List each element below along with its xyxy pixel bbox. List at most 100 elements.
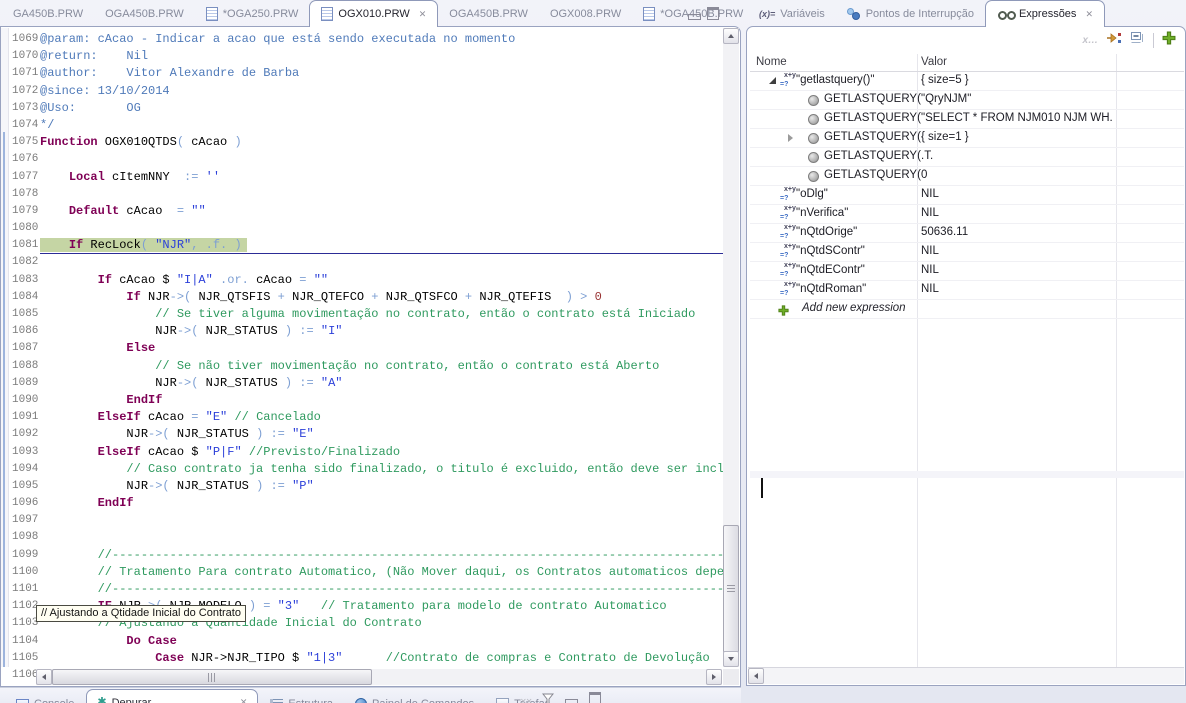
tab-label: OGX010.PRW: [338, 8, 409, 20]
bottom-tab-painel-de-comandos[interactable]: Painel de Comandos: [345, 693, 484, 703]
maximize-icon[interactable]: [589, 692, 601, 703]
code-line[interactable]: 1085 // Se tiver alguma movimentação no …: [9, 306, 723, 323]
code-editor[interactable]: 1069@param: cAcao - Indicar a acao que e…: [9, 28, 723, 677]
code-line[interactable]: 1097: [9, 512, 723, 529]
code-line[interactable]: 1090 EndIf: [9, 392, 723, 409]
line-number: 1072: [9, 83, 40, 100]
minimize-icon[interactable]: [688, 7, 701, 25]
editor-tab-ga450bprw[interactable]: GA450B.PRW: [2, 1, 94, 26]
annotation-ruler[interactable]: [1, 28, 9, 667]
code-line[interactable]: 1099 //---------------------------------…: [9, 547, 723, 564]
tab-vari-veis[interactable]: (x)=Variáveis: [748, 1, 836, 26]
code-line[interactable]: 1092 NJR->( NJR_STATUS ) := "E": [9, 426, 723, 443]
code-line[interactable]: 1076: [9, 151, 723, 168]
array-item-icon: [808, 114, 819, 125]
code-line[interactable]: 1096 EndIf: [9, 495, 723, 512]
code-line[interactable]: 1104 Do Case: [9, 633, 723, 650]
editor-tab-oga250prw[interactable]: *OGA250.PRW: [195, 1, 310, 26]
expression-name: "oDlg": [796, 188, 828, 200]
code-line[interactable]: 1083 If cAcao $ "I|A" .or. cAcao = "": [9, 272, 723, 289]
remove-all-icon[interactable]: ✕✕: [520, 697, 531, 703]
code-line[interactable]: 1087 Else: [9, 340, 723, 357]
code-line[interactable]: 1100 // Tratamento Para contrato Automat…: [9, 564, 723, 581]
code-line[interactable]: 1095 NJR->( NJR_STATUS ) := "P": [9, 478, 723, 495]
expand-arrow-icon[interactable]: [788, 134, 793, 142]
line-number: 1092: [9, 426, 40, 443]
table-header: Nome Valor: [750, 54, 1184, 72]
panel-horizontal-scrollbar[interactable]: [748, 667, 1184, 684]
line-number: 1091: [9, 409, 40, 426]
tab-pontos-de-interrup-o[interactable]: Pontos de Interrupção: [836, 1, 985, 26]
editor-tab-oga450bprw[interactable]: OGA450B.PRW: [438, 1, 539, 26]
editor-tab-ogx010prw[interactable]: OGX010.PRW ✕: [309, 0, 438, 27]
editor-pane: GA450B.PRWOGA450B.PRW*OGA250.PRWOGX010.P…: [0, 0, 741, 687]
column-header-nome[interactable]: Nome: [756, 56, 787, 68]
code-line[interactable]: 1080: [9, 220, 723, 237]
code-line[interactable]: 1069@param: cAcao - Indicar a acao que e…: [9, 31, 723, 48]
expression-row[interactable]: x+y=?"nVerifica"NIL: [750, 205, 1184, 224]
scroll-left-icon[interactable]: [748, 668, 764, 684]
minimize-icon[interactable]: [565, 692, 578, 703]
column-header-valor[interactable]: Valor: [921, 56, 947, 68]
code-line[interactable]: 1072@since: 13/10/2014: [9, 83, 723, 100]
add-expression-row[interactable]: Add new expression: [750, 300, 1184, 319]
code-line[interactable]: 1073@Uso: OG: [9, 100, 723, 117]
bottom-tab-depurar[interactable]: ✱Depurar✕: [86, 689, 258, 703]
code-line[interactable]: 1082: [9, 254, 723, 271]
scroll-right-icon[interactable]: [706, 669, 722, 685]
code-line[interactable]: 1098: [9, 529, 723, 546]
show-logical-structure-icon[interactable]: [1106, 31, 1122, 50]
expression-row[interactable]: x+y=?"nQtdRoman"NIL: [750, 281, 1184, 300]
code-line[interactable]: 1105 Case NJR->NJR_TIPO $ "1|3" //Contra…: [9, 650, 723, 667]
code-line[interactable]: 1088 // Se não tiver movimentação no con…: [9, 358, 723, 375]
expression-row[interactable]: x+y=?"nQtdSContr"NIL: [750, 243, 1184, 262]
expression-row[interactable]: GETLASTQUERY(0: [750, 167, 1184, 186]
code-line[interactable]: 1094 // Caso contrato ja tenha sido fina…: [9, 461, 723, 478]
code-line[interactable]: 1084 If NJR->( NJR_QTSFIS + NJR_QTEFCO +…: [9, 289, 723, 306]
close-icon[interactable]: ✕: [1085, 9, 1093, 20]
expression-row[interactable]: x+y=?"nQtdEContr"NIL: [750, 262, 1184, 281]
vertical-scroll-thumb[interactable]: [723, 525, 739, 653]
expression-row[interactable]: x+y=?"getlastquery()"{ size=5 }: [750, 72, 1184, 91]
code-line[interactable]: 1070@return: Nil: [9, 48, 723, 65]
expression-row[interactable]: x+y=?"oDlg"NIL: [750, 186, 1184, 205]
horizontal-scroll-thumb[interactable]: [52, 669, 372, 685]
code-line[interactable]: 1074*/: [9, 117, 723, 134]
add-expression-icon[interactable]: [1162, 31, 1176, 50]
expression-row[interactable]: x+y=?"nQtdOrige"50636.11: [750, 224, 1184, 243]
editor-tab-ogx008prw[interactable]: OGX008.PRW: [539, 1, 632, 26]
expression-row[interactable]: GETLASTQUERY(.T.: [750, 148, 1184, 167]
filter-icon[interactable]: [542, 692, 554, 703]
code-line[interactable]: 1075Function OGX010QTDS( cAcao ): [9, 134, 723, 151]
expression-name: Add new expression: [802, 302, 906, 314]
editor-tab-oga450bprw[interactable]: OGA450B.PRW: [94, 1, 195, 26]
scroll-left-icon[interactable]: [36, 669, 52, 685]
collapse-all-icon[interactable]: [1130, 31, 1145, 50]
scroll-down-icon[interactable]: [723, 651, 739, 667]
code-line[interactable]: 1093 ElseIf cAcao $ "P|F" //Previsto/Fin…: [9, 444, 723, 461]
close-icon[interactable]: ✕: [240, 697, 248, 703]
expression-row[interactable]: GETLASTQUERY({ size=1 }: [750, 129, 1184, 148]
tab-express-es[interactable]: Expressões✕: [985, 0, 1105, 27]
scroll-up-icon[interactable]: [723, 28, 739, 44]
expression-row[interactable]: GETLASTQUERY("SELECT * FROM NJM010 NJM W…: [750, 110, 1184, 129]
code-line[interactable]: 1079 Default cAcao = "": [9, 203, 723, 220]
expression-row[interactable]: GETLASTQUERY("QryNJM": [750, 91, 1184, 110]
code-line[interactable]: 1071@author: Vitor Alexandre de Barba: [9, 65, 723, 82]
line-number: 1069: [9, 31, 40, 48]
bottom-tab-console[interactable]: Console: [6, 693, 84, 703]
code-line[interactable]: 1081 If RecLock( "NJR", .f. ): [9, 237, 723, 254]
code-line[interactable]: 1077 Local cItemNNY := '': [9, 169, 723, 186]
maximize-icon[interactable]: [707, 7, 719, 25]
code-line[interactable]: 1101 //---------------------------------…: [9, 581, 723, 598]
editor-horizontal-scrollbar[interactable]: [36, 669, 722, 685]
bottom-tab-bar: Console✱Depurar✕EstruturaPainel de Coman…: [0, 688, 741, 703]
code-line[interactable]: 1086 NJR->( NJR_STATUS ) := "I": [9, 323, 723, 340]
code-line[interactable]: 1091 ElseIf cAcao = "E" // Cancelado: [9, 409, 723, 426]
collapse-arrow-icon[interactable]: [769, 77, 776, 84]
code-line[interactable]: 1078: [9, 186, 723, 203]
close-icon[interactable]: ✕: [419, 9, 427, 20]
editor-vertical-scrollbar[interactable]: [723, 28, 739, 667]
bottom-tab-estrutura[interactable]: Estrutura: [260, 693, 343, 703]
code-line[interactable]: 1089 NJR->( NJR_STATUS ) := "A": [9, 375, 723, 392]
